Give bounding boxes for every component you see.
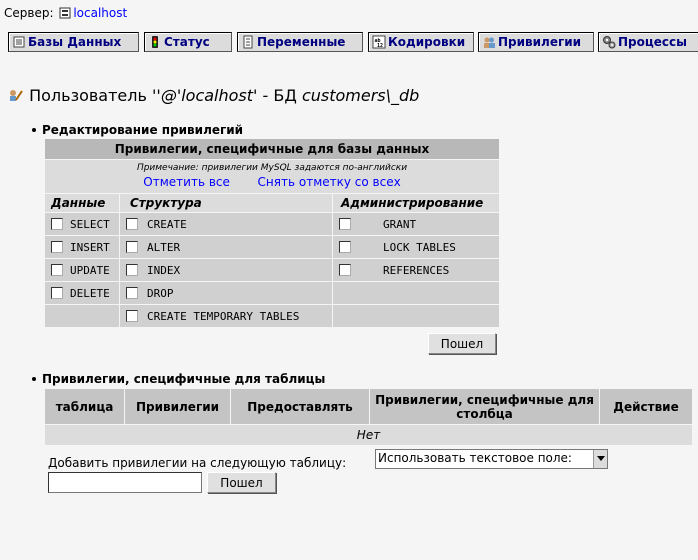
- tab-variables[interactable]: Переменные: [237, 32, 363, 52]
- tab-status[interactable]: Статус: [144, 32, 232, 52]
- uncheck-all-link[interactable]: Снять отметку со всех: [258, 175, 401, 189]
- tab-processes[interactable]: Процессы: [598, 32, 698, 52]
- priv-row-lock-tables: LOCK TABLES: [333, 236, 499, 258]
- priv-row-alter: ALTER: [120, 236, 332, 258]
- checkbox-create-temp-tables[interactable]: [126, 310, 138, 322]
- checkbox-grant[interactable]: [339, 218, 351, 230]
- tab-databases[interactable]: Базы Данных: [8, 32, 139, 52]
- priv-row-insert: INSERT: [45, 236, 119, 258]
- priv-row-index: INDEX: [120, 259, 332, 281]
- empty-cell: [333, 305, 499, 327]
- tab-privileges[interactable]: Привилегии: [478, 32, 594, 52]
- priv-row-drop: DROP: [120, 282, 332, 304]
- tab-label: Переменные: [257, 35, 346, 49]
- priv-row-references: REFERENCES: [333, 259, 499, 281]
- checkbox-lock-tables[interactable]: [339, 241, 351, 253]
- traffic-light-icon: [148, 35, 162, 49]
- tab-label: Процессы: [618, 35, 687, 49]
- add-privileges-label: Добавить привилегии на следующую таблицу…: [48, 456, 347, 470]
- empty-cell: [333, 282, 499, 304]
- priv-row-delete: DELETE: [45, 282, 119, 304]
- note-row: Примечание: привилегии MySQL задаются по…: [45, 160, 499, 193]
- priv-row-update: UPDATE: [45, 259, 119, 281]
- title-db: customers\_db: [301, 86, 420, 105]
- empty-row: Нет: [45, 425, 692, 445]
- checkbox-select[interactable]: [51, 218, 63, 230]
- empty-cell: [45, 305, 119, 327]
- page-title: Пользователь ''@'localhost' - БД custome…: [8, 86, 419, 105]
- col-grant-header: Предоставлять: [231, 389, 369, 424]
- check-all-link[interactable]: Отметить все: [143, 175, 230, 189]
- db-privileges-table: Привилегии, специфичные для базы данных …: [45, 139, 499, 329]
- document-icon: [241, 35, 255, 49]
- svg-text:12: 12: [377, 43, 383, 49]
- tab-label: Привилегии: [498, 35, 582, 49]
- col-structure-header: Структура: [120, 194, 332, 212]
- user-edit-icon: [8, 87, 24, 103]
- col-table-header: таблица: [45, 389, 124, 424]
- tab-label: Статус: [164, 35, 210, 49]
- section-table-privileges-heading: Привилегии, специфичные для таблицы: [0, 372, 325, 386]
- note-text: Примечание: привилегии MySQL задаются по…: [136, 163, 408, 173]
- database-icon: [12, 35, 26, 49]
- charset-icon: ab 12: [372, 35, 386, 49]
- section-edit-privileges-heading: Редактирование привилегий: [0, 123, 243, 137]
- server-label: Сервер:: [4, 6, 54, 20]
- col-action-header: Действие: [600, 389, 692, 424]
- col-admin-header: Администрирование: [333, 194, 499, 212]
- server-icon: [59, 7, 71, 19]
- checkbox-delete[interactable]: [51, 287, 63, 299]
- go-button-db-privileges[interactable]: Пошел: [428, 333, 496, 354]
- col-privileges-header: Привилегии: [125, 389, 230, 424]
- priv-row-select: SELECT: [45, 213, 119, 235]
- chevron-down-icon: [593, 450, 607, 468]
- checkbox-insert[interactable]: [51, 241, 63, 253]
- server-host-link[interactable]: localhost: [73, 6, 127, 20]
- table-name-input[interactable]: [48, 472, 202, 493]
- checkbox-update[interactable]: [51, 264, 63, 276]
- col-column-privileges-header: Привилегии, специфичные для столбца: [370, 389, 599, 424]
- checkbox-drop[interactable]: [126, 287, 138, 299]
- tab-label: Базы Данных: [28, 35, 122, 49]
- gears-icon: [602, 35, 616, 49]
- checkbox-references[interactable]: [339, 264, 351, 276]
- checkbox-alter[interactable]: [126, 241, 138, 253]
- tab-charsets[interactable]: ab 12 Кодировки: [368, 32, 474, 52]
- go-button-table-privileges[interactable]: Пошел: [207, 472, 276, 493]
- table-select[interactable]: Использовать текстовое поле:: [375, 449, 608, 469]
- priv-row-grant: GRANT: [333, 213, 499, 235]
- title-user: ''@'localhost': [152, 86, 258, 105]
- priv-row-create: CREATE: [120, 213, 332, 235]
- checkbox-create[interactable]: [126, 218, 138, 230]
- col-data-header: Данные: [45, 194, 119, 212]
- priv-row-create-temp-tables: CREATE TEMPORARY TABLES: [120, 305, 332, 327]
- tab-label: Кодировки: [388, 35, 466, 49]
- db-privileges-title: Привилегии, специфичные для базы данных: [45, 139, 499, 159]
- users-icon: [482, 35, 496, 49]
- server-line: Сервер: localhost: [4, 6, 127, 20]
- checkbox-index[interactable]: [126, 264, 138, 276]
